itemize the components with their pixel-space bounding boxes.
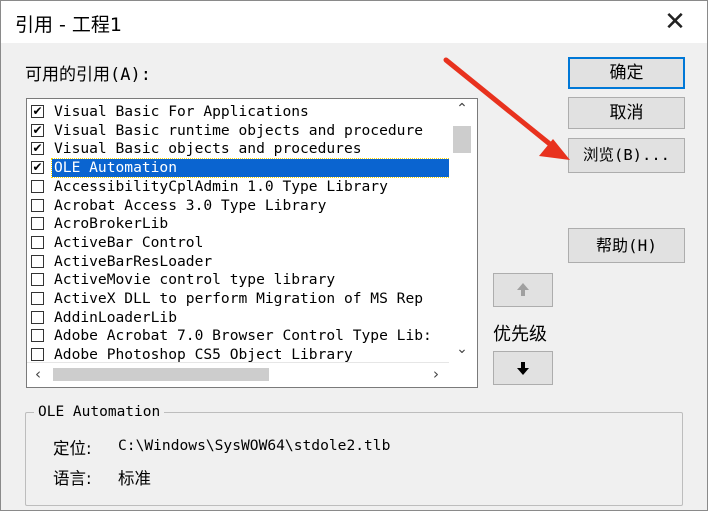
annotation-arrow-icon [443, 57, 570, 160]
